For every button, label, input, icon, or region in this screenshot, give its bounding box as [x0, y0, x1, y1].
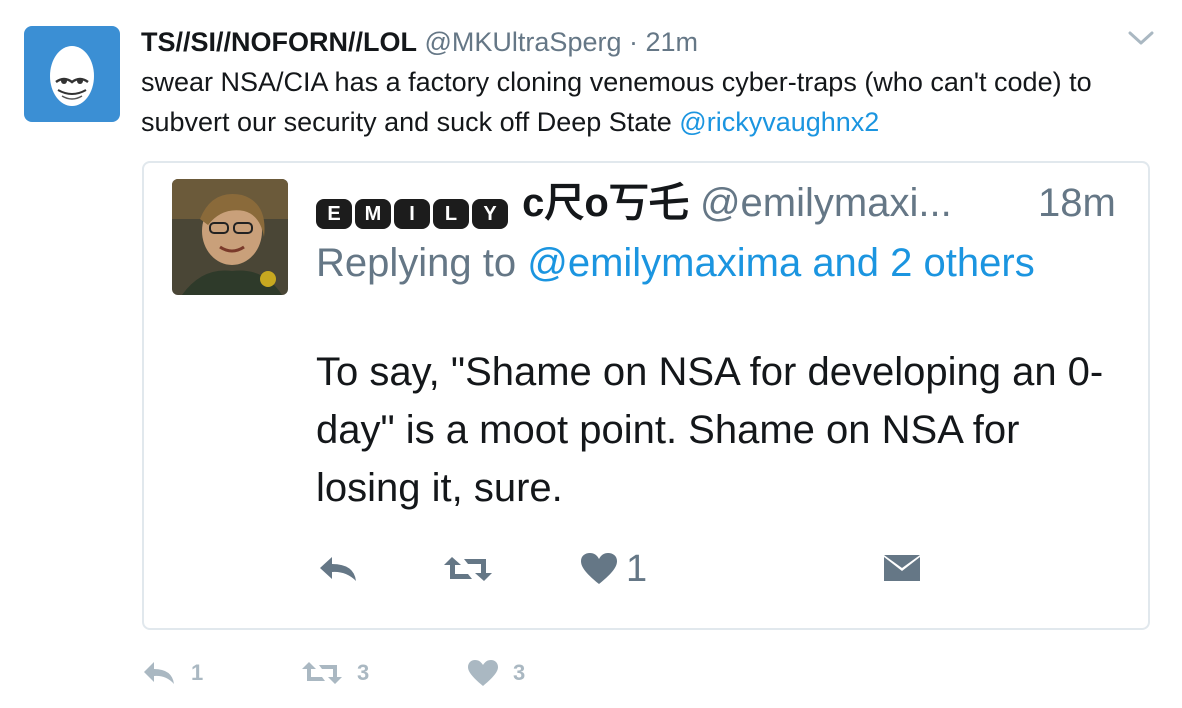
retweet-count: 3 — [357, 660, 370, 685]
heart-icon — [581, 553, 617, 584]
quoted-reply-button[interactable] — [316, 549, 360, 589]
quoted-display-name-blocks[interactable]: EMILY — [316, 181, 511, 233]
replying-to: Replying to @emilymaxima and 2 others — [316, 235, 1076, 291]
quoted-like-button[interactable]: 1 — [580, 547, 648, 590]
replying-to-label: Replying to — [316, 241, 528, 285]
egg-avatar-icon — [50, 46, 94, 106]
name-block-letter: Y — [472, 199, 508, 229]
retweet-icon — [444, 557, 492, 581]
profile-photo — [172, 179, 288, 295]
retweet-button[interactable]: 3 — [301, 656, 369, 690]
reply-icon — [144, 662, 174, 684]
quoted-author-avatar[interactable] — [172, 179, 288, 295]
quoted-dm-button[interactable] — [882, 549, 922, 589]
handle[interactable]: @MKUltraSperg — [425, 27, 622, 57]
chevron-down-icon[interactable] — [1126, 28, 1156, 48]
retweet-icon — [302, 662, 342, 684]
reply-icon — [320, 557, 356, 581]
name-block-letter: I — [394, 199, 430, 229]
heart-icon — [468, 660, 498, 686]
separator: · — [629, 27, 638, 57]
name-block-letter: M — [355, 199, 391, 229]
display-name[interactable]: TS//SI//NOFORN//LOL — [141, 27, 417, 57]
quoted-retweet-button[interactable] — [442, 549, 494, 589]
reply-count: 1 — [191, 660, 204, 685]
quoted-like-count: 1 — [626, 547, 648, 590]
timestamp[interactable]: 21m — [646, 27, 699, 57]
quoted-timestamp[interactable]: 18m — [1038, 177, 1116, 229]
quoted-header: EMILY c尺o丂乇 @emilymaxi... — [316, 177, 952, 233]
quoted-display-name[interactable]: c尺o丂乇 — [522, 181, 689, 225]
like-button[interactable]: 3 — [467, 656, 525, 690]
name-block-letter: L — [433, 199, 469, 229]
tweet: TS//SI//NOFORN//LOL @MKUltraSperg · 21m … — [0, 0, 1182, 708]
tweet-text: swear NSA/CIA has a factory cloning vene… — [141, 62, 1161, 142]
envelope-icon — [884, 555, 920, 581]
name-block-letter: E — [316, 199, 352, 229]
reply-button[interactable]: 1 — [141, 656, 203, 690]
tweet-header: TS//SI//NOFORN//LOL @MKUltraSperg · 21m — [141, 24, 698, 60]
mention-link[interactable]: @rickyvaughnx2 — [679, 107, 879, 137]
author-avatar[interactable] — [24, 26, 120, 122]
quoted-handle[interactable]: @emilymaxi... — [700, 181, 952, 225]
replying-to-mentions[interactable]: @emilymaxima and 2 others — [527, 241, 1034, 285]
quoted-tweet[interactable]: EMILY c尺o丂乇 @emilymaxi... 18m Replying t… — [142, 161, 1150, 630]
tweet-text-body: swear NSA/CIA has a factory cloning vene… — [141, 67, 1092, 137]
like-count: 3 — [513, 660, 526, 685]
quoted-tweet-text: To say, "Shame on NSA for developing an … — [316, 350, 1104, 510]
